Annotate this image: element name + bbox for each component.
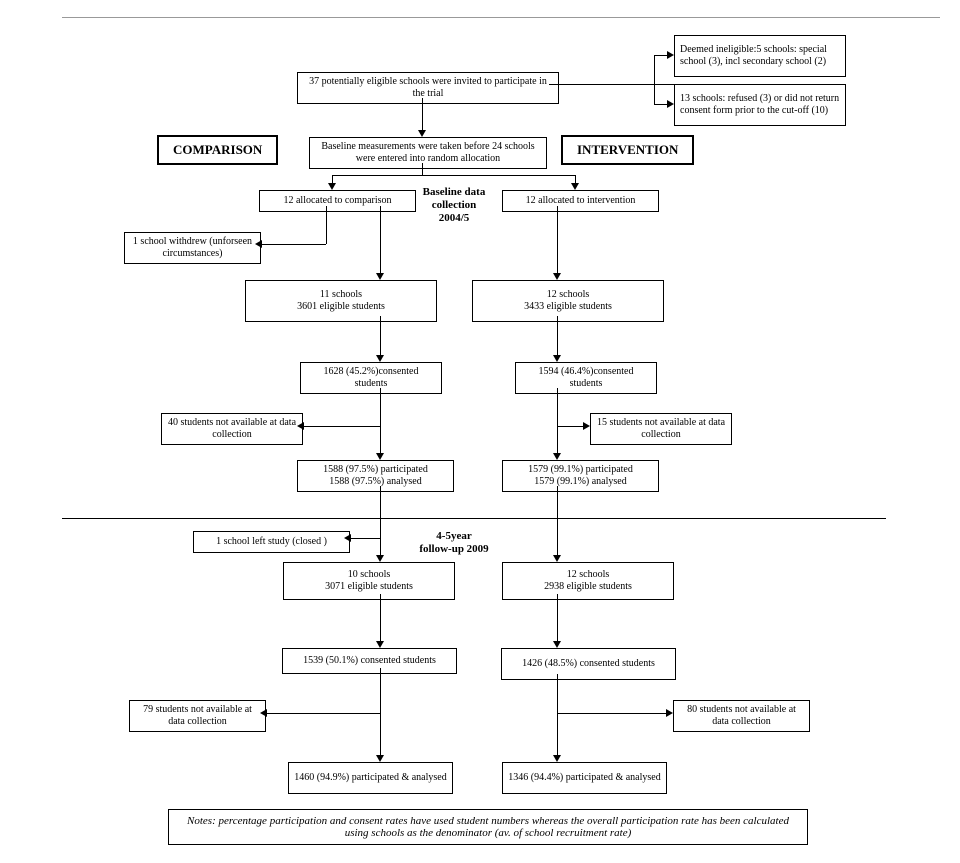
box-refused: 13 schools: refused (3) or did not retur… — [674, 84, 846, 126]
header-intervention: INTERVENTION — [561, 135, 694, 165]
box-baseline: Baseline measurements were taken before … — [309, 137, 547, 169]
box-eligible: 37 potentially eligible schools were inv… — [297, 72, 559, 104]
comp-left: 1 school left study (closed ) — [193, 531, 350, 553]
int-consent1: 1594 (46.4%)consented students — [515, 362, 657, 394]
notes: Notes: percentage participation and cons… — [168, 809, 808, 845]
int-notavail2: 80 students not available at data collec… — [673, 700, 810, 732]
int-schools1: 12 schools 3433 eligible students — [472, 280, 664, 322]
label-followup: 4-5year follow-up 2009 — [419, 530, 489, 556]
int-schools2: 12 schools 2938 eligible students — [502, 562, 674, 600]
label-baseline: Baseline data collection 2004/5 — [419, 186, 489, 226]
comp-consent1: 1628 (45.2%)consented students — [300, 362, 442, 394]
flowchart: Deemed ineligible:5 schools: special sch… — [0, 0, 960, 863]
int-part1: 1579 (99.1%) participated 1579 (99.1%) a… — [502, 460, 659, 492]
comp-alloc: 12 allocated to comparison — [259, 190, 416, 212]
comp-withdrew: 1 school withdrew (unforseen circumstanc… — [124, 232, 261, 264]
int-consent2: 1426 (48.5%) consented students — [501, 648, 676, 680]
comp-consent2: 1539 (50.1%) consented students — [282, 648, 457, 674]
comp-notavail2: 79 students not available at data collec… — [129, 700, 266, 732]
box-ineligible: Deemed ineligible:5 schools: special sch… — [674, 35, 846, 77]
int-part2: 1346 (94.4%) participated & analysed — [502, 762, 667, 794]
comp-schools2: 10 schools 3071 eligible students — [283, 562, 455, 600]
header-comparison: COMPARISON — [157, 135, 278, 165]
comp-notavail1: 40 students not available at data collec… — [161, 413, 303, 445]
int-notavail1: 15 students not available at data collec… — [590, 413, 732, 445]
comp-part1: 1588 (97.5%) participated 1588 (97.5%) a… — [297, 460, 454, 492]
comp-schools1: 11 schools 3601 eligible students — [245, 280, 437, 322]
int-alloc: 12 allocated to intervention — [502, 190, 659, 212]
comp-part2: 1460 (94.9%) participated & analysed — [288, 762, 453, 794]
